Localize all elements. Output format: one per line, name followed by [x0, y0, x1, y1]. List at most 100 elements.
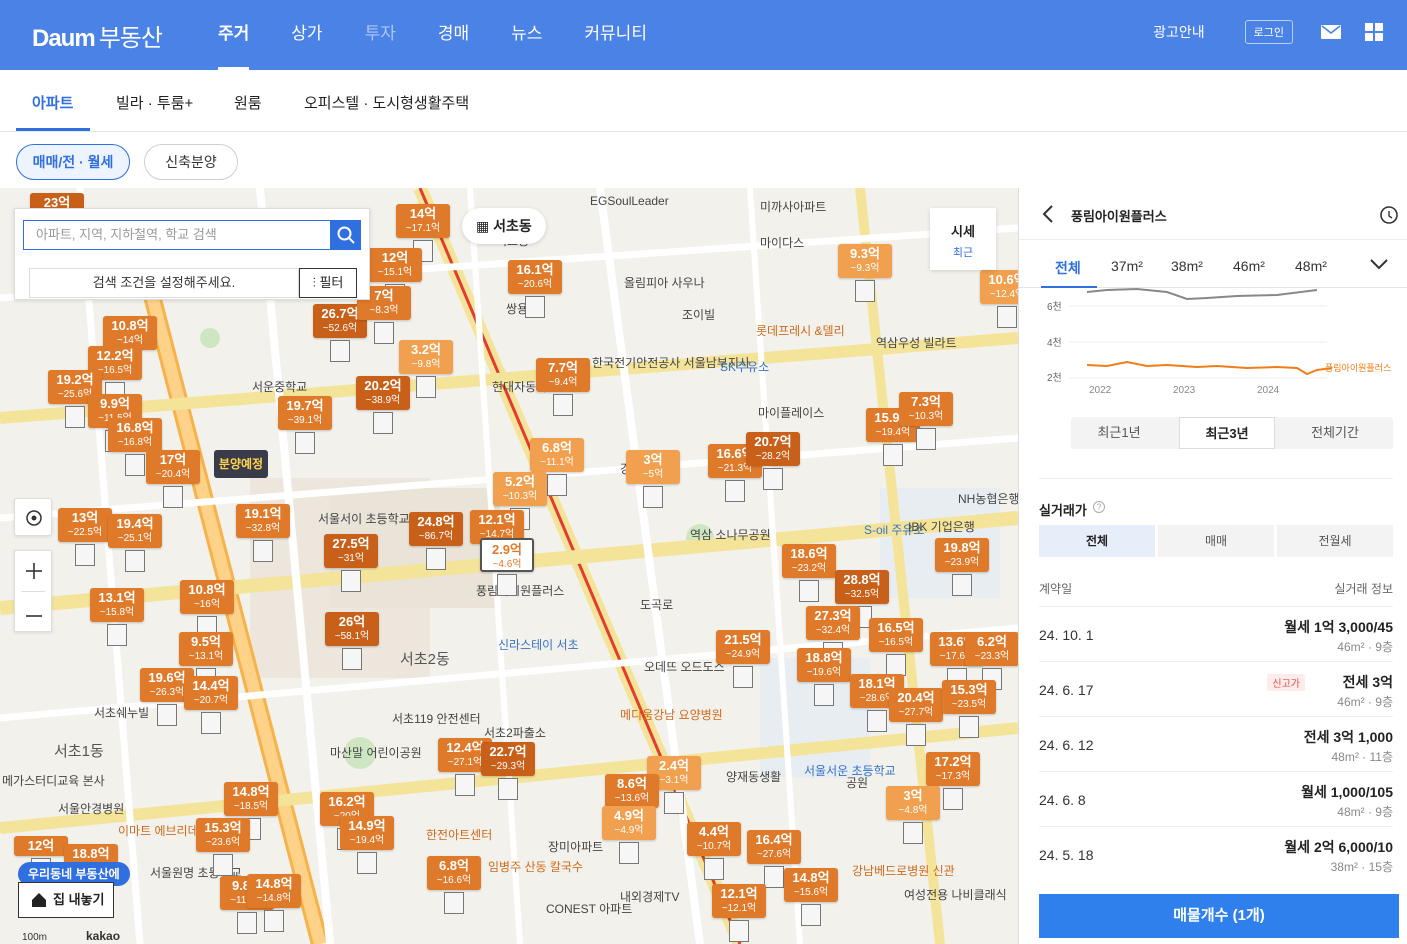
- price-marker[interactable]: 26억 ~58.1억: [325, 612, 379, 646]
- transaction-row[interactable]: 24. 5. 18 월세 2억 6,000/10 38m² · 15층: [1039, 826, 1393, 882]
- filter-button[interactable]: ⫶ 필터: [299, 268, 357, 298]
- price-marker[interactable]: 6.8억 ~16.6억: [427, 856, 481, 890]
- price-marker[interactable]: 27.5억 ~31억: [324, 534, 378, 568]
- price-marker[interactable]: 6.8억 ~11.1억: [530, 438, 584, 472]
- apps-grid-icon[interactable]: [1365, 23, 1383, 41]
- price-marker[interactable]: 7.7억 ~9.4억: [536, 358, 590, 392]
- price-toggle[interactable]: 시세 최근: [930, 208, 996, 270]
- price-marker[interactable]: 5.2억 ~10.3억: [493, 472, 547, 506]
- period-1y[interactable]: 최근1년: [1071, 417, 1167, 449]
- price-marker[interactable]: 3억 ~4.8억: [886, 786, 940, 820]
- price-marker[interactable]: 22.7억 ~29.3억: [481, 742, 535, 776]
- refresh-icon[interactable]: [1378, 204, 1400, 226]
- back-icon[interactable]: [1041, 204, 1055, 224]
- price-marker[interactable]: 12.1억 ~12.1억: [712, 884, 766, 918]
- search-condition[interactable]: 검색 조건을 설정해주세요.: [29, 268, 299, 298]
- price-marker[interactable]: 3.2억 ~9.8억: [399, 340, 453, 374]
- logo[interactable]: Daum 부동산: [32, 18, 163, 53]
- price-marker[interactable]: 14.8억 ~14.8억: [247, 874, 301, 908]
- type-sale[interactable]: 매매: [1158, 525, 1274, 557]
- price-marker[interactable]: 17.2억 ~17.3억: [926, 752, 980, 786]
- nav-commercial[interactable]: 상가: [291, 0, 322, 70]
- price-marker[interactable]: 6.2억 ~23.3억: [965, 632, 1018, 666]
- price-marker[interactable]: 12억: [14, 836, 68, 856]
- ad-link[interactable]: 광고안내: [1153, 22, 1205, 42]
- transaction-row[interactable]: 24. 6. 17 전세 3억 46m² · 9층 신고가: [1039, 661, 1393, 717]
- price-marker[interactable]: 27.3억 ~32.4억: [806, 606, 860, 640]
- presale-pill[interactable]: 신축분양: [144, 144, 238, 180]
- price-marker[interactable]: 28.8억 ~32.5억: [835, 570, 889, 604]
- price-marker[interactable]: 16.1억 ~20.6억: [508, 260, 562, 294]
- price-marker[interactable]: 14.8억 ~18.5억: [224, 782, 278, 816]
- area-tab-46[interactable]: 46m²: [1233, 258, 1265, 274]
- price-marker[interactable]: 14.8억 ~15.6억: [784, 868, 838, 902]
- price-marker[interactable]: 13억 ~22.5억: [58, 508, 112, 542]
- zoom-out-icon[interactable]: [15, 596, 53, 636]
- help-icon[interactable]: ?: [1093, 501, 1105, 513]
- price-marker[interactable]: 18.8억 ~19.6억: [797, 648, 851, 682]
- type-lease[interactable]: 전월세: [1277, 525, 1393, 557]
- price-marker[interactable]: 20.7억 ~28.2억: [746, 432, 800, 466]
- price-marker[interactable]: 14.4억 ~20.7억: [184, 676, 238, 710]
- price-marker[interactable]: 4.4억 ~10.7억: [687, 822, 741, 856]
- search-input[interactable]: 아파트, 지역, 지하철역, 학교 검색: [23, 220, 331, 250]
- tab-villa[interactable]: 빌라 · 투룸+: [116, 92, 193, 113]
- transaction-row[interactable]: 24. 10. 1 월세 1억 3,000/45 46m² · 9층: [1039, 606, 1393, 662]
- map-area[interactable]: 서초1동서초2동조이빌서초동한국전기안전공사 서울남부지사롯데프레시 &델리SK…: [0, 188, 1018, 944]
- period-3y[interactable]: 최근3년: [1179, 417, 1275, 449]
- price-marker[interactable]: 14.9억 ~19.4억: [340, 816, 394, 850]
- price-marker[interactable]: 4.9억 ~4.9억: [602, 806, 656, 840]
- search-button[interactable]: [331, 220, 361, 250]
- price-marker[interactable]: 9.3억 ~9.3억: [838, 244, 892, 278]
- price-marker[interactable]: 19.1억 ~32.8억: [236, 504, 290, 538]
- list-my-home-button[interactable]: 집 내놓기: [18, 882, 114, 918]
- transaction-row[interactable]: 24. 6. 8 월세 1,000/105 48m² · 9층: [1039, 771, 1393, 827]
- price-marker[interactable]: 19.8억 ~23.9억: [935, 538, 989, 572]
- area-chip[interactable]: ▦ 서초동: [462, 208, 546, 244]
- presale-badge[interactable]: 분양예정: [214, 450, 268, 478]
- price-marker[interactable]: 7.3억 ~10.3억: [899, 392, 953, 426]
- nav-investment[interactable]: 투자: [365, 0, 396, 70]
- period-all[interactable]: 전체기간: [1287, 417, 1383, 449]
- price-marker[interactable]: 2.9억 ~4.6억: [480, 538, 534, 572]
- price-marker[interactable]: 24.8억 ~86.7억: [409, 512, 463, 546]
- type-all[interactable]: 전체: [1039, 525, 1155, 557]
- nav-auction[interactable]: 경매: [438, 0, 469, 70]
- price-marker[interactable]: 19.7억 ~39.1억: [278, 396, 332, 430]
- area-tab-38[interactable]: 38m²: [1171, 258, 1203, 274]
- tab-apartment[interactable]: 아파트: [32, 92, 73, 113]
- nav-housing[interactable]: 주거: [218, 0, 250, 70]
- zoom-in-icon[interactable]: [15, 551, 53, 591]
- tab-oneroom[interactable]: 원룸: [234, 92, 262, 113]
- price-marker[interactable]: 9.5억 ~13.1억: [179, 632, 233, 666]
- chevron-down-icon[interactable]: [1369, 258, 1389, 270]
- price-marker[interactable]: 19.4억 ~25.1억: [108, 514, 162, 548]
- price-marker[interactable]: 13.1억 ~15.8억: [90, 588, 144, 622]
- area-tab-37[interactable]: 37m²: [1111, 258, 1143, 274]
- price-marker[interactable]: 15.3억 ~23.6억: [196, 818, 250, 852]
- price-marker[interactable]: 12억 ~15.1억: [368, 248, 422, 282]
- area-tab-all[interactable]: 전체: [1055, 258, 1081, 278]
- price-marker[interactable]: 16.5억 ~16.5억: [869, 618, 923, 652]
- trade-type-pill[interactable]: 매매/전 · 월세: [16, 144, 130, 180]
- tab-officetel[interactable]: 오피스텔 · 도시형생활주택: [304, 92, 469, 113]
- price-marker[interactable]: 14억 ~17.1억: [396, 204, 450, 238]
- price-marker[interactable]: 20.4억 ~27.7억: [889, 688, 943, 722]
- price-marker[interactable]: 3억 ~5억: [626, 450, 680, 484]
- transaction-row[interactable]: 24. 6. 12 전세 3억 1,000 48m² · 11층: [1039, 716, 1393, 772]
- price-marker[interactable]: 10.8억 ~14억: [103, 316, 157, 350]
- price-marker[interactable]: 8.6억 ~13.6억: [605, 774, 659, 808]
- price-marker[interactable]: 10.6억 ~12.4억: [980, 270, 1018, 304]
- nav-news[interactable]: 뉴스: [511, 0, 542, 70]
- listing-count-button[interactable]: 매물개수 (1개): [1039, 894, 1399, 938]
- my-location-button[interactable]: [14, 498, 52, 536]
- area-tab-48[interactable]: 48m²: [1295, 258, 1327, 274]
- price-marker[interactable]: 10.8억 ~16억: [180, 580, 234, 614]
- price-marker[interactable]: 18.8억: [64, 844, 118, 864]
- price-marker[interactable]: 18.6억 ~23.2억: [782, 544, 836, 578]
- price-marker[interactable]: 16.8억 ~16.8억: [108, 418, 162, 452]
- mail-icon[interactable]: [1321, 25, 1341, 39]
- price-marker[interactable]: 20.2억 ~38.9억: [356, 376, 410, 410]
- price-marker[interactable]: 17억 ~20.4억: [146, 450, 200, 484]
- price-marker[interactable]: 15.3억 ~23.5억: [942, 680, 996, 714]
